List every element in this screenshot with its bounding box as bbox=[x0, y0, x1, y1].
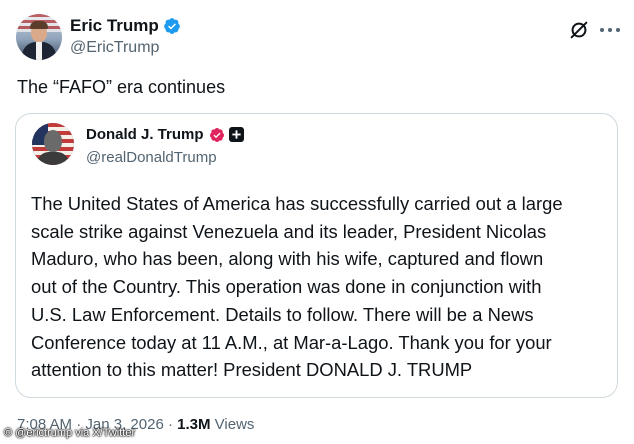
views-count: 1.3M bbox=[177, 416, 211, 433]
author-avatar[interactable] bbox=[16, 14, 62, 60]
quoted-tweet-text: The United States of America has success… bbox=[31, 190, 611, 384]
quoted-tweet-card[interactable]: Donald J. Trump @realDonaldTrump The Uni… bbox=[15, 113, 618, 398]
author-handle[interactable]: @EricTrump bbox=[70, 39, 159, 57]
tweet-page: Eric Trump @EricTrump The “FAFO” era con… bbox=[0, 0, 634, 444]
quoted-text-line: U.S. Law Enforcement. Details to follow.… bbox=[31, 303, 534, 325]
verified-badge-icon bbox=[209, 127, 224, 142]
quoted-text-line: scale strike against Venezuela and its l… bbox=[31, 220, 547, 242]
quoted-text-line: Maduro, who has been, along with his wif… bbox=[31, 248, 544, 270]
views-label: Views bbox=[214, 416, 255, 433]
affiliation-badge-icon bbox=[228, 127, 244, 142]
quoted-author-handle[interactable]: @realDonaldTrump bbox=[86, 149, 217, 166]
quoted-author-avatar[interactable] bbox=[32, 123, 74, 165]
quoted-text-line: out of the Country. This operation was d… bbox=[31, 276, 542, 298]
image-credit: © @erictrump via X/Twitter bbox=[4, 427, 136, 439]
quoted-text-line: Conference today at 11 A.M., at Mar-a-La… bbox=[31, 331, 552, 353]
verified-badge-icon bbox=[163, 18, 180, 34]
quoted-text-line: attention to this matter! President DONA… bbox=[31, 359, 473, 381]
quoted-author-name[interactable]: Donald J. Trump bbox=[86, 126, 204, 143]
grok-icon[interactable] bbox=[568, 19, 590, 41]
tweet-text: The “FAFO” era continues bbox=[17, 77, 226, 97]
quoted-author-name-row[interactable]: Donald J. Trump bbox=[86, 126, 244, 143]
more-icon[interactable] bbox=[600, 26, 620, 34]
quoted-text-line: The United States of America has success… bbox=[31, 193, 563, 214]
author-name-row[interactable]: Eric Trump bbox=[70, 16, 181, 36]
meta-separator: · bbox=[167, 416, 173, 433]
author-name[interactable]: Eric Trump bbox=[70, 16, 159, 36]
